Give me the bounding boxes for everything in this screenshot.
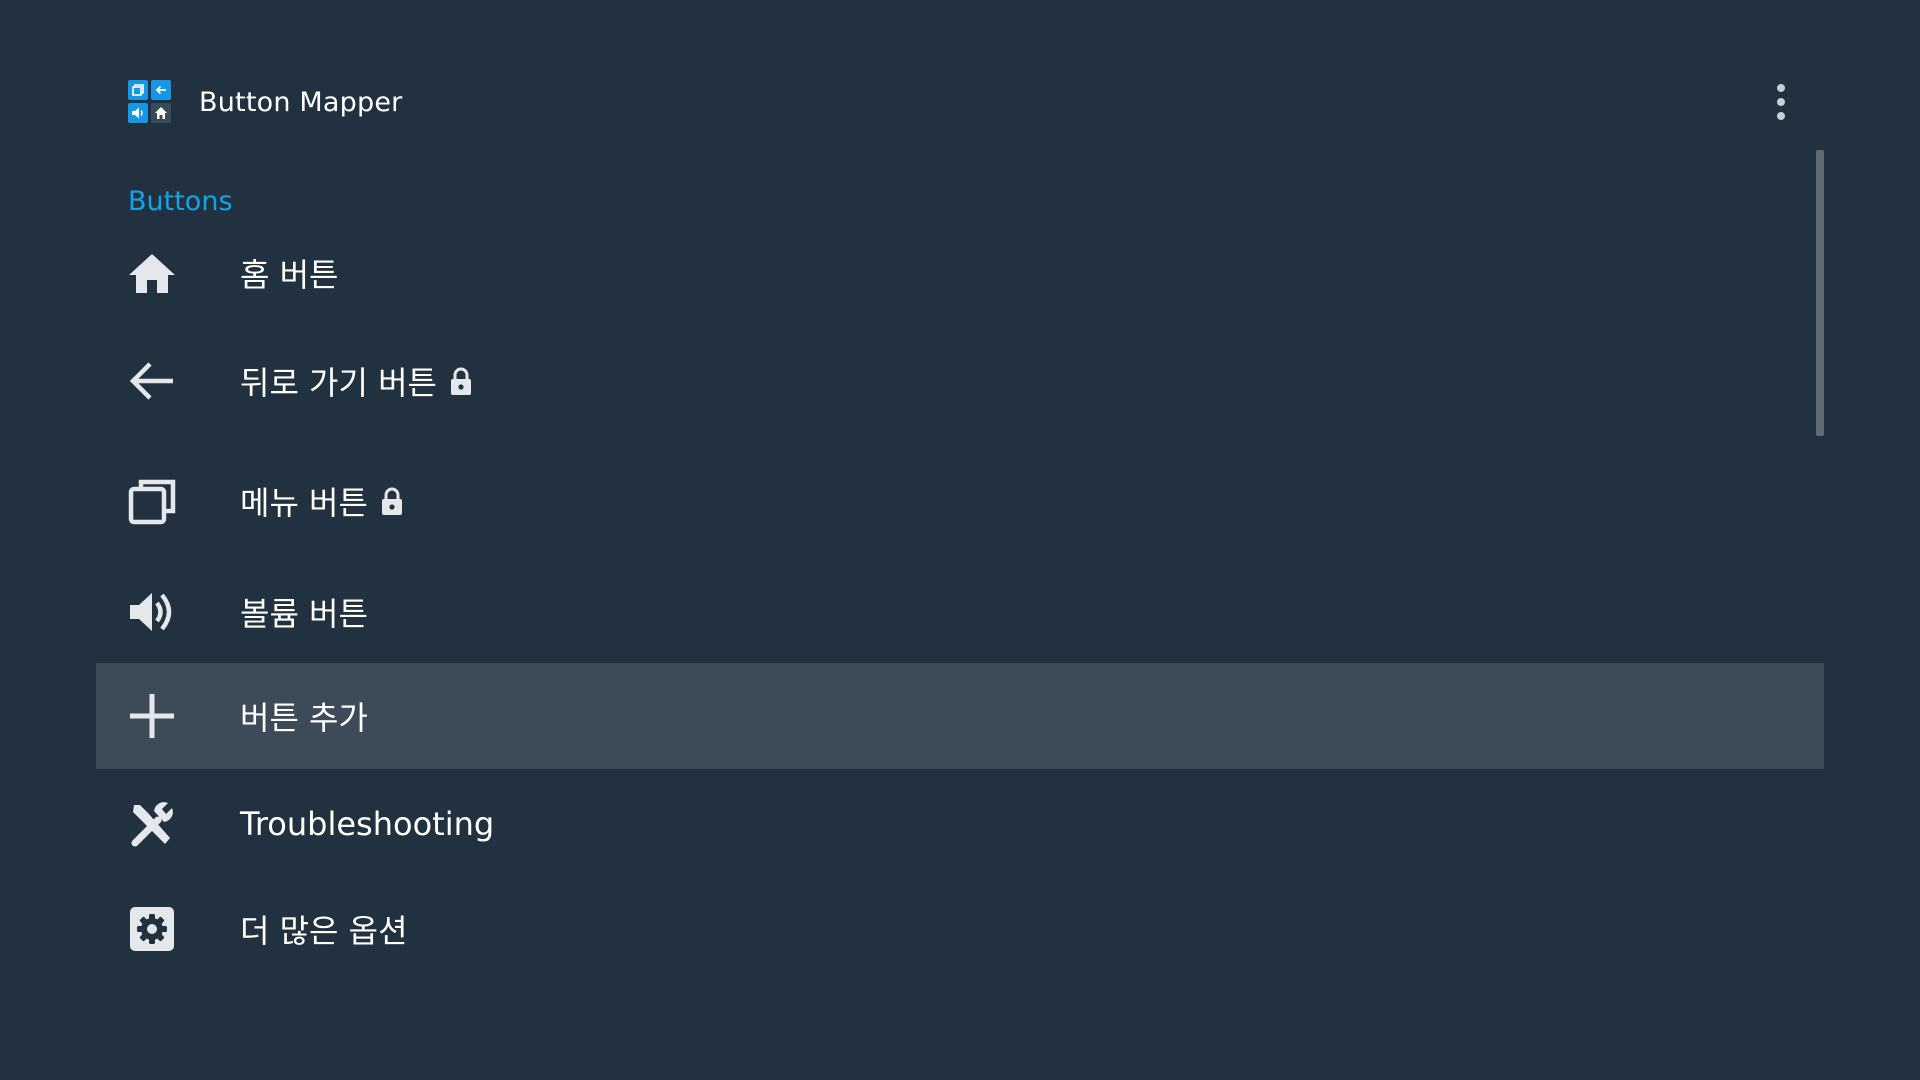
- logo-recents-cell: [128, 80, 148, 100]
- menu-item-home-button[interactable]: 홈 버튼: [96, 226, 1824, 320]
- add-icon: [126, 690, 178, 742]
- app-header: Button Mapper: [128, 80, 402, 124]
- menu-item-label: 볼륨 버튼: [240, 594, 368, 633]
- button-mapper-logo-icon: [128, 80, 172, 124]
- menu-item-label: 홈 버튼: [240, 256, 339, 294]
- scrollbar[interactable]: [1816, 150, 1824, 436]
- buttons-menu-list: 홈 버튼 뒤로 가기 버튼 메뉴 버튼 볼륨 버튼 버튼 추가 Troubles…: [96, 226, 1824, 980]
- tools-icon: [126, 798, 178, 850]
- menu-item-menu-button[interactable]: 메뉴 버튼: [96, 442, 1824, 560]
- logo-home-cell: [151, 103, 171, 123]
- menu-item-volume-button[interactable]: 볼륨 버튼: [96, 560, 1824, 663]
- logo-back-cell: [151, 80, 171, 100]
- menu-item-label: 뒤로 가기 버튼: [240, 364, 437, 402]
- menu-item-back-button[interactable]: 뒤로 가기 버튼: [96, 320, 1824, 442]
- more-options-button[interactable]: [1764, 80, 1798, 124]
- settings-icon: [126, 903, 178, 955]
- recent-apps-icon: [126, 475, 178, 527]
- lock-icon: [449, 366, 473, 396]
- menu-item-more-options[interactable]: 더 많은 옵션: [96, 878, 1824, 980]
- lock-icon: [380, 486, 404, 516]
- menu-item-label: 버튼 추가: [240, 699, 368, 737]
- section-header-buttons: Buttons: [128, 186, 233, 217]
- menu-item-add-button[interactable]: 버튼 추가: [96, 663, 1824, 769]
- menu-item-label: 더 많은 옵션: [240, 912, 408, 950]
- menu-item-label: Troubleshooting: [240, 804, 495, 843]
- button-mapper-screen: Button Mapper Buttons 홈 버튼 뒤로 가기 버튼 메뉴 버…: [0, 0, 1920, 1080]
- logo-volume-cell: [128, 103, 148, 123]
- home-icon: [126, 247, 178, 299]
- volume-icon: [126, 586, 178, 638]
- app-title: Button Mapper: [199, 86, 403, 118]
- menu-item-label: 메뉴 버튼: [240, 484, 368, 522]
- back-arrow-icon: [126, 355, 178, 407]
- more-vertical-icon: [1777, 84, 1785, 120]
- menu-item-troubleshooting[interactable]: Troubleshooting: [96, 769, 1824, 878]
